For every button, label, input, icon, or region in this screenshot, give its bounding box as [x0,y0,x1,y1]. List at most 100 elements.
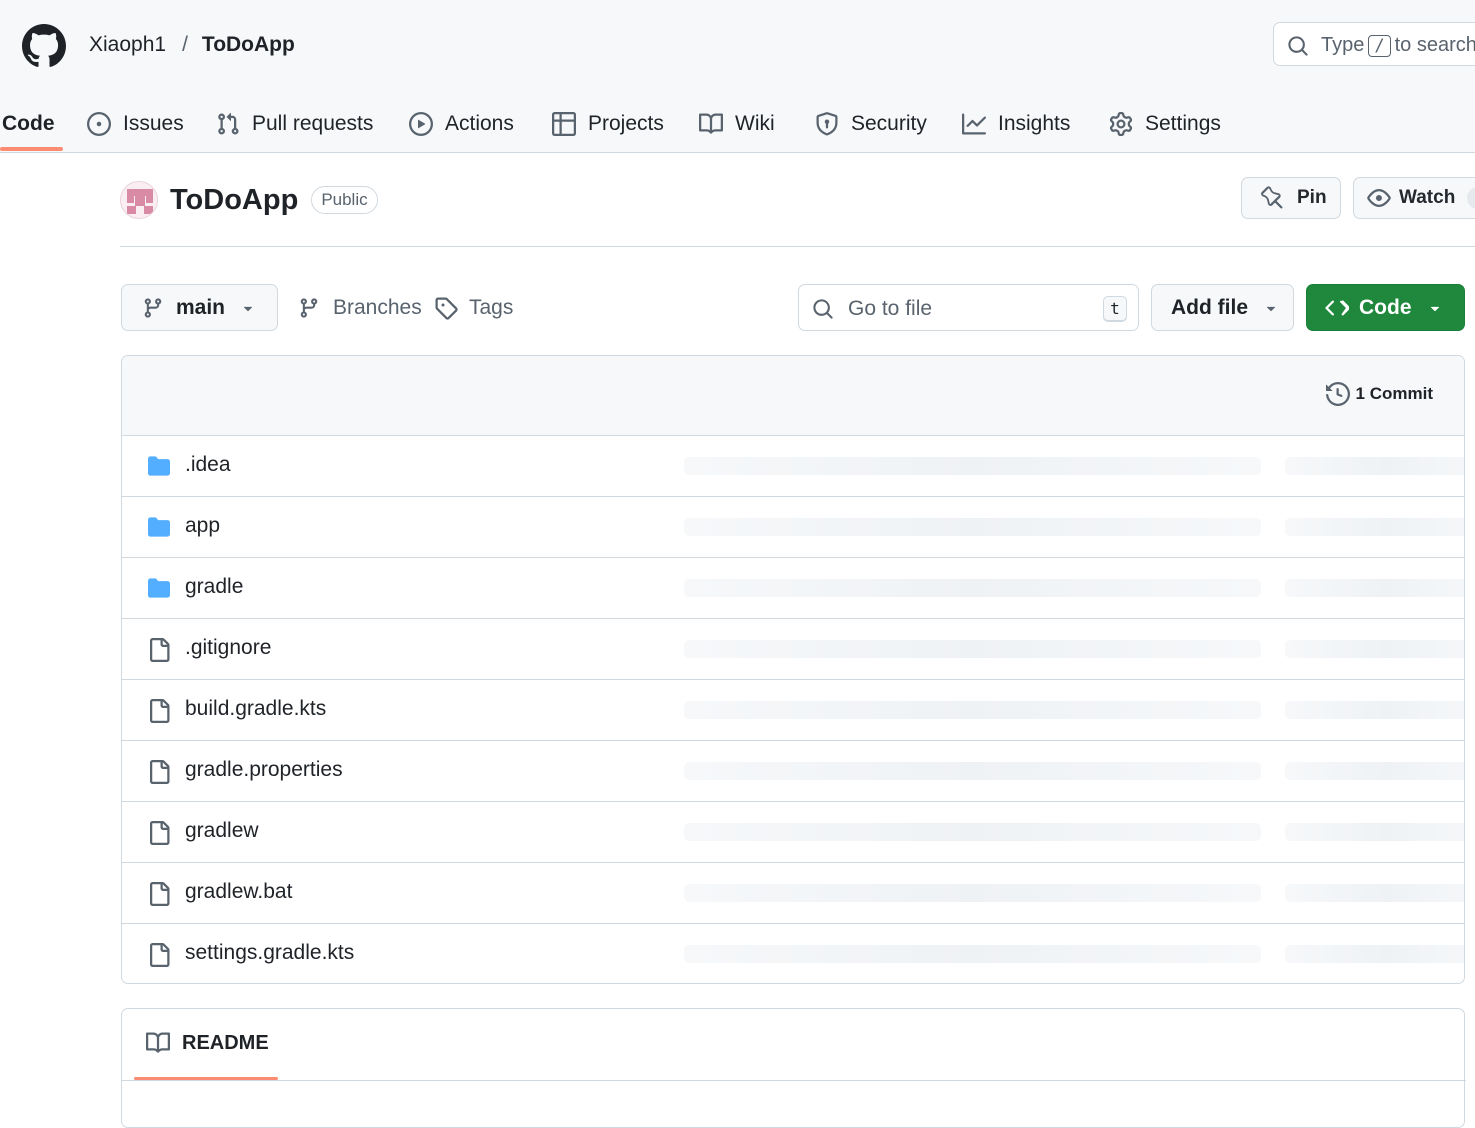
tags-label: Tags [469,295,514,319]
eye-icon [1367,189,1391,207]
code-button[interactable]: Code [1306,284,1465,331]
go-to-file-input[interactable]: Go to file t [798,284,1139,331]
file-row[interactable]: build.gradle.kts [122,680,1464,741]
tab-security[interactable]: Security [815,96,927,152]
loading-placeholder [684,640,1261,658]
search-shortcut-key: / [1368,35,1391,57]
file-row[interactable]: gradlew.bat [122,863,1464,924]
github-logo-icon[interactable] [22,24,66,68]
file-name[interactable]: build.gradle.kts [185,697,326,721]
loading-placeholder [1285,945,1464,963]
file-name[interactable]: .gitignore [185,636,271,660]
pin-button[interactable]: Pin [1241,177,1341,219]
tab-code[interactable]: Code [2,96,55,152]
file-row[interactable]: app [122,497,1464,558]
file-name[interactable]: settings.gradle.kts [185,941,354,965]
go-to-file-shortcut: t [1103,296,1127,322]
search-icon [1288,36,1308,56]
git-pull-request-icon [218,112,239,135]
active-tab-indicator [0,147,63,151]
header-divider [120,246,1475,247]
breadcrumb: Xiaoph1 / ToDoApp [89,33,295,57]
go-to-file-placeholder: Go to file [848,297,933,320]
tab-wiki-label: Wiki [735,112,775,135]
loading-placeholder [1285,701,1464,719]
file-row[interactable]: .idea [122,436,1464,497]
triangle-down-icon [1430,306,1439,311]
file-row[interactable]: .gitignore [122,619,1464,680]
visibility-badge: Public [311,186,378,214]
table-icon [552,112,576,136]
loading-placeholder [684,701,1261,719]
file-row[interactable]: settings.gradle.kts [122,924,1464,983]
breadcrumb-owner-link[interactable]: Xiaoph1 [89,33,166,56]
tab-insights[interactable]: Insights [962,96,1070,152]
tab-settings-label: Settings [1145,112,1221,135]
loading-placeholder [684,457,1261,475]
loading-placeholder [1285,823,1464,841]
tab-projects-label: Projects [588,112,664,135]
add-file-button[interactable]: Add file [1151,284,1294,331]
avatar[interactable] [120,181,158,219]
tab-security-label: Security [851,112,927,135]
loading-placeholder [684,579,1261,597]
breadcrumb-repo-link[interactable]: ToDoApp [202,33,295,56]
file-name[interactable]: .idea [185,453,231,477]
file-icon [150,699,170,723]
tab-settings[interactable]: Settings [1109,96,1221,152]
readme-tab[interactable]: README [146,1031,269,1055]
tags-link[interactable]: Tags [434,284,513,331]
folder-icon [148,578,170,598]
loading-placeholder [684,518,1261,536]
file-name[interactable]: app [185,514,220,538]
tab-insights-label: Insights [998,112,1071,135]
repo-title[interactable]: ToDoApp [170,184,298,217]
search-suffix-text: to search [1394,34,1475,56]
tab-issues-label: Issues [123,112,184,135]
pin-label: Pin [1297,187,1327,208]
tab-pull-requests[interactable]: Pull requests [216,96,373,152]
folder-icon [148,456,170,476]
file-list-header: 1 Commit [122,356,1464,436]
search-prefix-text: Type [1321,34,1365,56]
file-list: 1 Commit .idea app gradle .gitignore bui… [121,355,1465,984]
file-name[interactable]: gradlew [185,819,259,843]
loading-placeholder [684,762,1261,780]
file-row[interactable]: gradlew [122,802,1464,863]
search-icon [813,299,833,319]
gear-icon [1109,112,1133,136]
tag-icon [435,297,458,320]
file-name[interactable]: gradlew.bat [185,880,292,904]
repo-title-row: ToDoApp Public [120,180,378,220]
loading-placeholder [1285,640,1464,658]
loading-placeholder [684,823,1261,841]
breadcrumb-separator: / [182,33,188,56]
loading-placeholder [1285,762,1464,780]
branch-selector[interactable]: main [121,284,278,331]
pin-icon [1261,186,1283,209]
tab-code-label: Code [2,112,55,135]
file-name[interactable]: gradle.properties [185,758,343,782]
file-icon [150,943,170,967]
triangle-down-icon [243,306,253,311]
commits-link[interactable]: 1 Commit [1325,382,1433,406]
repo-nav: Code Issues Pull requests Actions Projec… [0,96,1475,152]
commits-count: 1 Commit [1355,384,1433,403]
global-search-input[interactable]: Type / to search [1273,22,1475,66]
book-icon [699,113,723,134]
tab-actions[interactable]: Actions [409,96,514,152]
loading-placeholder [684,884,1261,902]
watch-button[interactable]: Watch 0 [1353,177,1475,219]
branches-link[interactable]: Branches [298,284,422,331]
tab-projects[interactable]: Projects [552,96,664,152]
file-row[interactable]: gradle [122,558,1464,619]
code-icon [1325,300,1349,316]
tab-issues[interactable]: Issues [87,96,184,152]
file-name[interactable]: gradle [185,575,243,599]
tab-pull-requests-label: Pull requests [252,112,374,135]
file-row[interactable]: gradle.properties [122,741,1464,802]
tab-wiki[interactable]: Wiki [699,96,775,152]
loading-placeholder [684,945,1261,963]
branch-name: main [176,295,226,319]
loading-placeholder [1285,884,1464,902]
